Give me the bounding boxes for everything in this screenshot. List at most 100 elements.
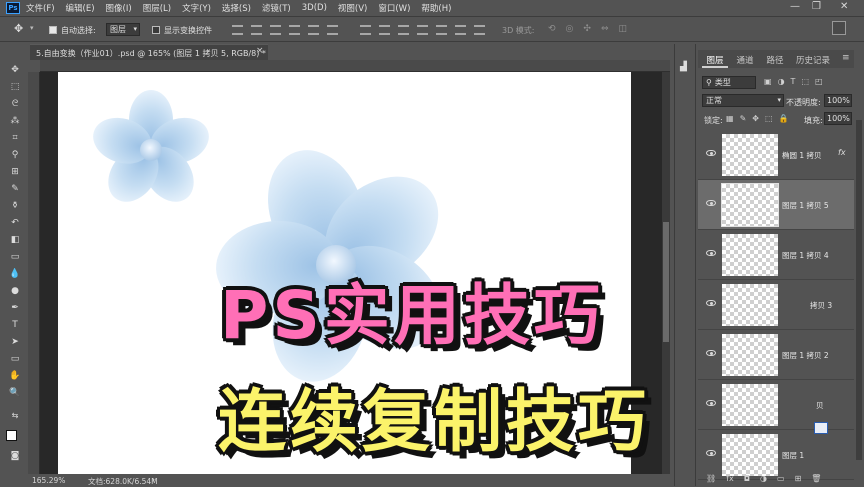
layer-name[interactable]: 图层 1 拷贝 4 — [782, 250, 829, 261]
lock-transparency-icon[interactable]: ▦ — [726, 114, 734, 123]
layer-name[interactable]: 拷贝 3 — [810, 300, 832, 311]
tab-paths[interactable]: 路径 — [762, 50, 788, 68]
histogram-icon[interactable]: ▟ — [680, 62, 687, 72]
layer-name[interactable]: 椭圆 1 拷贝 — [782, 150, 822, 161]
new-adjustment-icon[interactable]: ◑ — [760, 474, 767, 483]
opacity-input[interactable]: 100% — [824, 94, 852, 107]
menu-edit[interactable]: 编辑(E) — [66, 2, 95, 14]
photoshop-logo-icon[interactable]: Ps — [6, 2, 20, 14]
layer-row[interactable]: 图层 1 — [698, 430, 854, 480]
close-window-button[interactable]: ✕ — [840, 1, 848, 12]
link-layers-icon[interactable]: ⛓ — [706, 474, 716, 483]
distribute-left-icon[interactable] — [417, 25, 428, 35]
visibility-eye-icon[interactable] — [706, 250, 716, 256]
pixel-filter-icon[interactable]: ▣ — [764, 77, 772, 86]
menu-layer[interactable]: 图层(L) — [143, 2, 171, 14]
3d-roll-icon[interactable]: ◎ — [566, 24, 574, 34]
close-tab-icon[interactable]: × — [256, 46, 264, 56]
align-right-icon[interactable] — [327, 25, 338, 35]
layer-filter-dropdown[interactable]: ⚲ 类型 — [702, 76, 756, 89]
clone-stamp-tool-icon[interactable]: ⚱ — [8, 200, 22, 212]
type-tool-icon[interactable]: T — [8, 319, 22, 331]
smart-object-filter-icon[interactable]: ◰ — [815, 77, 823, 86]
color-swap-icon[interactable]: ⇆ — [8, 410, 22, 422]
layer-row[interactable]: 贝 — [698, 380, 854, 430]
move-tool-icon[interactable]: ✥ — [14, 22, 23, 35]
layer-row[interactable]: 图层 1 拷贝 4 — [698, 230, 854, 280]
workspace-icon[interactable] — [832, 21, 846, 35]
layer-name[interactable]: 贝 — [816, 400, 824, 411]
layer-row[interactable]: 拷贝 3 — [698, 280, 854, 330]
menu-window[interactable]: 窗口(W) — [378, 2, 410, 14]
hand-tool-icon[interactable]: ✋ — [8, 370, 22, 382]
menu-select[interactable]: 选择(S) — [222, 2, 251, 14]
distribute-vcenter-icon[interactable] — [379, 25, 390, 35]
path-selection-tool-icon[interactable]: ➤ — [8, 336, 22, 348]
visibility-eye-icon[interactable] — [706, 300, 716, 306]
tab-layers[interactable]: 图层 — [702, 50, 728, 68]
layer-row[interactable]: 图层 1 拷贝 2 — [698, 330, 854, 380]
auto-align-icon[interactable] — [474, 25, 485, 35]
lock-position-icon[interactable]: ✥ — [752, 114, 759, 123]
align-left-icon[interactable] — [289, 25, 300, 35]
new-layer-icon[interactable]: ⊞ — [795, 474, 802, 483]
menu-type[interactable]: 文字(Y) — [182, 2, 211, 14]
layer-row[interactable]: 图层 1 拷贝 5 — [698, 180, 854, 230]
lock-artboard-icon[interactable]: ⬚ — [765, 114, 773, 123]
status-menu-arrow[interactable]: › — [152, 475, 155, 484]
brush-tool-icon[interactable]: ✎ — [8, 183, 22, 195]
panel-menu-icon[interactable]: ≡ — [842, 53, 850, 63]
visibility-eye-icon[interactable] — [706, 200, 716, 206]
auto-select-target-dropdown[interactable]: 图层 ▾ — [106, 23, 140, 36]
align-hcenter-icon[interactable] — [308, 25, 319, 35]
type-filter-icon[interactable]: T — [791, 77, 796, 86]
add-style-icon[interactable]: fx — [726, 474, 734, 483]
healing-brush-tool-icon[interactable]: ⊞ — [8, 166, 22, 178]
shape-filter-icon[interactable]: ⬚ — [801, 77, 809, 86]
marquee-tool-icon[interactable]: ⬚ — [8, 81, 22, 93]
menu-image[interactable]: 图像(I) — [106, 2, 132, 14]
blur-tool-icon[interactable]: 💧 — [8, 268, 22, 280]
lasso-tool-icon[interactable]: ᘓ — [8, 98, 22, 110]
maximize-button[interactable]: ❐ — [812, 1, 821, 12]
magic-wand-tool-icon[interactable]: ⁂ — [8, 115, 22, 127]
menu-help[interactable]: 帮助(H) — [421, 2, 451, 14]
layers-scrollbar[interactable] — [856, 120, 862, 460]
fill-input[interactable]: 100% — [824, 112, 852, 125]
pen-tool-icon[interactable]: ✒ — [8, 302, 22, 314]
lock-pixels-icon[interactable]: ✎ — [740, 114, 747, 123]
align-bottom-icon[interactable] — [270, 25, 281, 35]
quick-mask-icon[interactable]: ◙ — [8, 450, 22, 462]
3d-pan-icon[interactable]: ✣ — [583, 24, 591, 34]
foreground-color-swatch[interactable] — [6, 430, 17, 441]
minimize-button[interactable]: — — [790, 1, 800, 12]
layer-name[interactable]: 图层 1 拷贝 5 — [782, 200, 829, 211]
visibility-eye-icon[interactable] — [706, 150, 716, 156]
crop-tool-icon[interactable]: ⌗ — [8, 132, 22, 144]
menu-3d[interactable]: 3D(D) — [302, 3, 327, 13]
distribute-right-icon[interactable] — [455, 25, 466, 35]
auto-select-checkbox[interactable] — [49, 26, 57, 34]
layer-row[interactable]: 椭圆 1 拷贝 fx — [698, 130, 854, 180]
move-tool-icon[interactable]: ✥ — [8, 64, 22, 76]
menu-filter[interactable]: 滤镜(T) — [262, 2, 291, 14]
new-group-icon[interactable]: ▭ — [777, 474, 785, 483]
blend-mode-dropdown[interactable]: 正常 ▾ — [702, 94, 784, 107]
menu-view[interactable]: 视图(V) — [338, 2, 367, 14]
chevron-down-icon[interactable]: ▾ — [30, 24, 34, 32]
scrollbar-thumb[interactable] — [663, 222, 669, 342]
distribute-top-icon[interactable] — [360, 25, 371, 35]
menu-file[interactable]: 文件(F) — [26, 2, 55, 14]
visibility-eye-icon[interactable] — [706, 350, 716, 356]
distribute-hcenter-icon[interactable] — [436, 25, 447, 35]
rectangle-tool-icon[interactable]: ▭ — [8, 353, 22, 365]
eraser-tool-icon[interactable]: ◧ — [8, 234, 22, 246]
history-brush-tool-icon[interactable]: ↶ — [8, 217, 22, 229]
show-transform-checkbox[interactable] — [152, 26, 160, 34]
adjustment-filter-icon[interactable]: ◑ — [778, 77, 785, 86]
distribute-bottom-icon[interactable] — [398, 25, 409, 35]
align-top-icon[interactable] — [232, 25, 243, 35]
zoom-tool-icon[interactable]: 🔍 — [8, 387, 22, 399]
delete-layer-icon[interactable]: 🗑 — [811, 474, 821, 483]
visibility-eye-icon[interactable] — [706, 400, 716, 406]
